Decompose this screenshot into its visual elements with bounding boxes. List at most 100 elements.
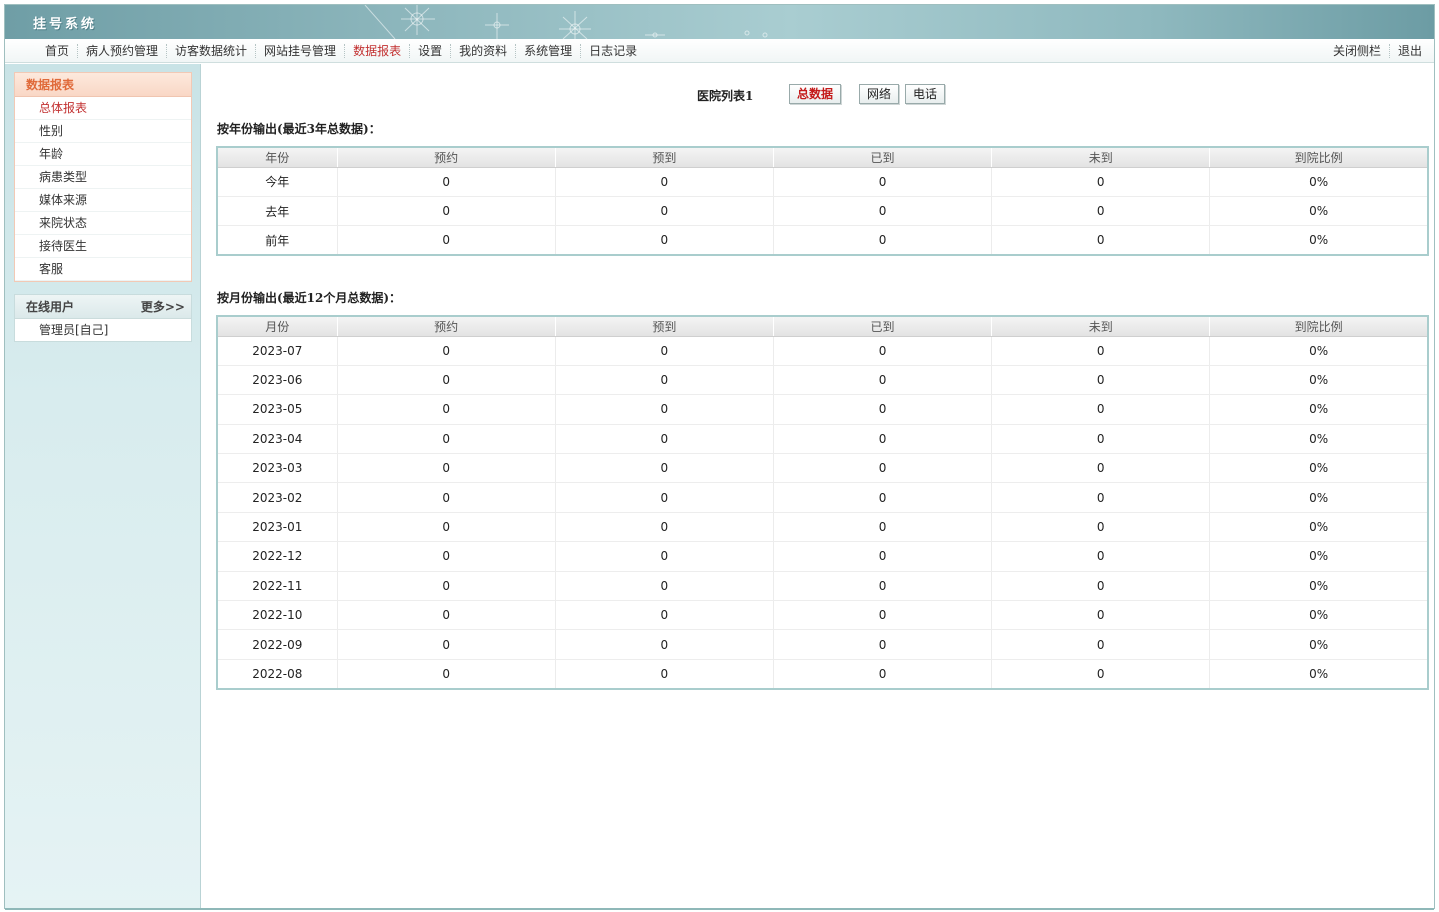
logout-link[interactable]: 退出: [1388, 44, 1430, 58]
table-cell: 0: [554, 196, 774, 227]
table-cell: 0%: [1209, 659, 1428, 690]
column-header: 未到: [991, 147, 1210, 168]
header-banner: 挂号系统: [5, 5, 1434, 39]
sidebar-item[interactable]: 媒体来源: [15, 189, 191, 212]
table-cell: 0%: [1209, 196, 1428, 227]
table-cell: 0: [991, 453, 1210, 484]
sidebar-item[interactable]: 来院状态: [15, 212, 191, 235]
table-cell: 0: [991, 571, 1210, 602]
table-cell: 2022-09: [217, 629, 338, 660]
nav-item[interactable]: 病人预约管理: [77, 44, 166, 58]
nav-item[interactable]: 系统管理: [515, 44, 580, 58]
table-row: 2023-06 0 0 0 0 0%: [217, 365, 1428, 396]
column-header: 到院比例: [1209, 316, 1428, 337]
table-cell: 0: [554, 394, 774, 425]
table-row: 2023-01 0 0 0 0 0%: [217, 512, 1428, 543]
table-cell: 0: [554, 225, 774, 256]
total-data-button[interactable]: 总数据: [789, 84, 842, 104]
main-menu: 首页 病人预约管理 访客数据统计 网站挂号管理 数据报表 设置 我的资料 系统管理 日志记录: [37, 44, 645, 58]
web-data-button[interactable]: 网络: [859, 84, 900, 104]
column-header: 预约: [336, 147, 556, 168]
table-cell: 2022-08: [217, 659, 338, 690]
app-frame: 挂号系统 首页 病人预约管理 访客数据统计 网站挂号管理 数据报表 设置 我的资料 系统管理日…: [4, 4, 1435, 910]
report-panel: 数据报表 总体报表 性别 年龄 病患类型 媒体来源 来院状态 接待医生 客服: [14, 72, 192, 282]
column-header: 月份: [217, 316, 338, 337]
table-cell: 0%: [1209, 482, 1428, 513]
table-row: 前年 0 0 0 0 0%: [217, 225, 1428, 256]
close-sidebar-link[interactable]: 关闭侧栏: [1325, 44, 1389, 58]
table-cell: 0: [772, 512, 992, 543]
table-cell: 0: [336, 196, 556, 227]
table-cell: 0: [554, 571, 774, 602]
table-cell: 0: [336, 541, 556, 572]
table-cell: 0: [991, 336, 1210, 366]
table-cell: 2023-02: [217, 482, 338, 513]
table-cell: 0: [336, 394, 556, 425]
table-cell: 0%: [1209, 453, 1428, 484]
sidebar-item[interactable]: 病患类型: [15, 166, 191, 189]
monthly-table: 月份 预约 预到 已到 未到 到院比例 2023-07 0 0 0 0 0% 2023-06 0 0 0 0 0…: [216, 315, 1429, 690]
table-cell: 0: [772, 336, 992, 366]
table-cell: 0: [991, 225, 1210, 256]
table-cell: 0: [336, 600, 556, 631]
sidebar-item[interactable]: 性别: [15, 120, 191, 143]
table-cell: 前年: [217, 225, 338, 256]
table-cell: 2022-11: [217, 571, 338, 602]
table-row: 2023-03 0 0 0 0 0%: [217, 453, 1428, 484]
table-cell: 2023-01: [217, 512, 338, 543]
table-cell: 0: [772, 659, 992, 690]
table-cell: 2022-12: [217, 541, 338, 572]
table-cell: 0: [991, 541, 1210, 572]
column-header: 到院比例: [1209, 147, 1428, 168]
nav-item[interactable]: 我的资料: [450, 44, 515, 58]
sidebar-item[interactable]: 客服: [15, 258, 191, 281]
table-cell: 0%: [1209, 629, 1428, 660]
column-header: 预到: [554, 147, 774, 168]
table-cell: 0: [554, 336, 774, 366]
yearly-table: 年份 预约 预到 已到 未到 到院比例 今年 0 0 0 0 0% 去年 0 0 0 0 0% 前年 0 0 0 0 0%: [216, 146, 1429, 257]
nav-item[interactable]: 数据报表: [344, 44, 409, 58]
report-panel-title: 数据报表: [15, 73, 191, 97]
phone-data-button[interactable]: 电话: [905, 84, 946, 104]
table-cell: 0: [336, 336, 556, 366]
sidebar-item[interactable]: 年龄: [15, 143, 191, 166]
table-row: 2022-11 0 0 0 0 0%: [217, 571, 1428, 602]
table-row: 2023-07 0 0 0 0 0%: [217, 336, 1428, 366]
table-cell: 0: [991, 365, 1210, 396]
nav-item[interactable]: 日志记录: [580, 44, 645, 58]
table-cell: 0: [336, 482, 556, 513]
table-cell: 0: [336, 453, 556, 484]
table-cell: 2023-03: [217, 453, 338, 484]
online-users-title: 在线用户: [26, 300, 75, 314]
table-cell: 0: [991, 659, 1210, 690]
table-cell: 0%: [1209, 167, 1428, 197]
sidebar-item[interactable]: 总体报表: [15, 97, 191, 120]
table-row: 今年 0 0 0 0 0%: [217, 167, 1428, 197]
frame-bottom-border: [5, 908, 1434, 910]
column-header: 预到: [554, 316, 774, 337]
sidebar-item[interactable]: 接待医生: [15, 235, 191, 258]
table-cell: 0: [772, 225, 992, 256]
column-header: 已到: [772, 316, 992, 337]
table-cell: 0: [991, 167, 1210, 197]
nav-item[interactable]: 网站挂号管理: [255, 44, 344, 58]
table-cell: 0: [772, 453, 992, 484]
nav-item[interactable]: 访客数据统计: [166, 44, 255, 58]
table-cell: 0: [772, 629, 992, 660]
table-cell: 0: [554, 512, 774, 543]
table-cell: 0: [336, 571, 556, 602]
nav-item[interactable]: 设置: [409, 44, 450, 58]
table-cell: 0: [554, 600, 774, 631]
table-cell: 0: [336, 167, 556, 197]
table-cell: 0: [336, 424, 556, 455]
table-cell: 0: [991, 196, 1210, 227]
table-row: 2022-09 0 0 0 0 0%: [217, 629, 1428, 660]
table-header-row: 年份 预约 预到 已到 未到 到院比例: [217, 147, 1428, 168]
more-users-link[interactable]: 更多>>: [141, 295, 185, 319]
table-cell: 0: [554, 365, 774, 396]
nav-item[interactable]: 首页: [37, 44, 77, 58]
table-cell: 0%: [1209, 541, 1428, 572]
table-cell: 0: [772, 394, 992, 425]
table-row: 去年 0 0 0 0 0%: [217, 196, 1428, 227]
table-row: 2022-12 0 0 0 0 0%: [217, 541, 1428, 572]
